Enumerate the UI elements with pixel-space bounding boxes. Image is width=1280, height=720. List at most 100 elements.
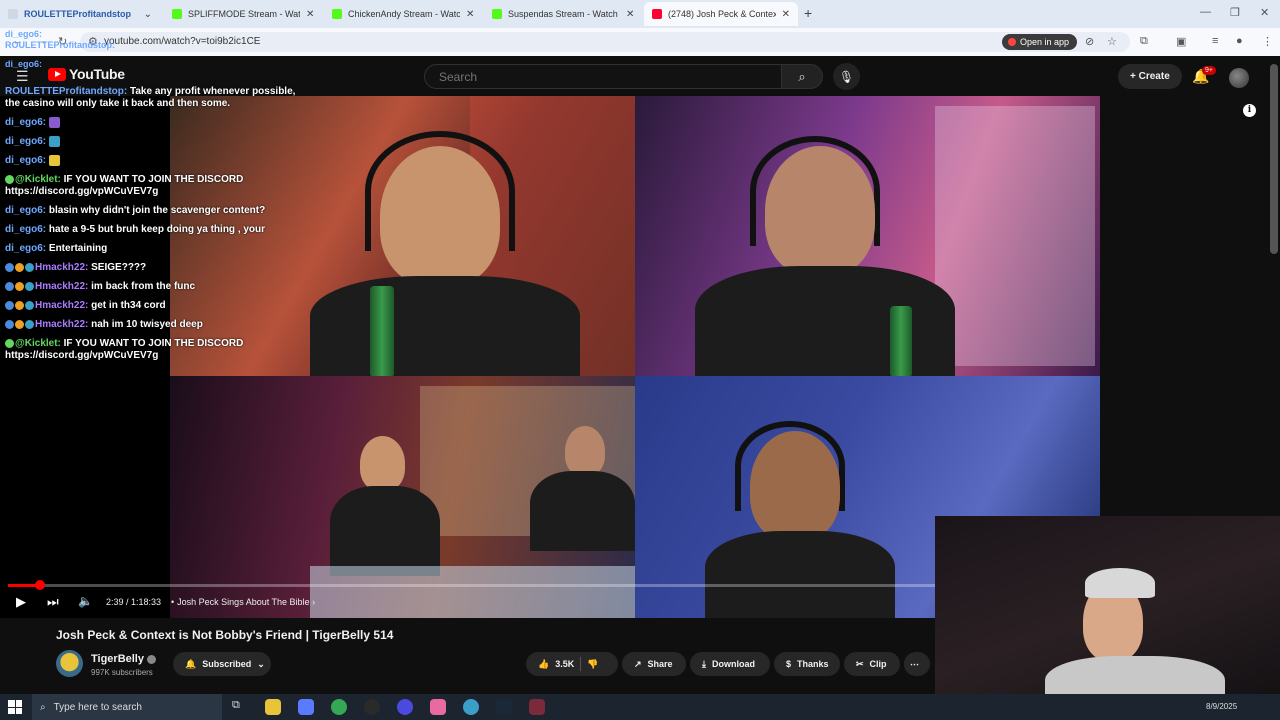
chevron-down-icon[interactable]: ⌄ xyxy=(144,9,152,20)
chat-username: Hmackh22: xyxy=(35,281,89,293)
account-avatar[interactable] xyxy=(1229,68,1249,88)
chat-username: di_ego6: xyxy=(5,29,43,39)
chat-username: @Kicklet: xyxy=(15,174,61,186)
play-icon[interactable]: ▶ xyxy=(16,594,26,610)
chat-message: di_ego6: xyxy=(5,155,305,167)
share-button[interactable]: ↗ Share xyxy=(622,652,686,676)
task-view-icon[interactable]: ⧉ xyxy=(232,699,248,715)
chevron-down-icon: ⌄ xyxy=(257,658,265,669)
file-explorer-icon[interactable] xyxy=(265,699,281,715)
bot-badge-icon xyxy=(5,175,14,185)
extensions-icon[interactable]: ⧉ xyxy=(1140,35,1148,48)
address-bar[interactable]: ⚙ youtube.com/watch?v=toi9b2ic1CE Open i… xyxy=(80,32,1130,52)
new-tab-icon[interactable]: + xyxy=(804,5,812,21)
bot-badge-icon xyxy=(5,339,14,349)
close-window-icon[interactable]: ✕ xyxy=(1260,6,1269,19)
chat-line: di_ego6: xyxy=(5,59,115,70)
chat-message: @Kicklet: IF YOU WANT TO JOIN THE DISCOR… xyxy=(5,174,305,198)
browser-tab-4[interactable]: Suspendas Stream - Watch Live ✕ xyxy=(484,2,644,26)
search-box[interactable] xyxy=(424,64,782,89)
channel-name[interactable]: TigerBelly xyxy=(91,653,156,665)
maximize-icon[interactable]: ❐ xyxy=(1230,6,1240,19)
tab-title: Suspendas Stream - Watch Live xyxy=(508,9,620,19)
chat-username: di_ego6: xyxy=(5,117,47,129)
search-icon: ⌕ xyxy=(798,68,806,84)
chat-text: get in th34 cord xyxy=(91,300,166,312)
browser-tab-1[interactable]: ROULETTEProfitandstop ⌄ xyxy=(0,2,160,26)
eye-off-icon[interactable]: ⊘ xyxy=(1085,35,1094,48)
split-screen-icon[interactable]: ▣ xyxy=(1176,35,1186,48)
chat-username: di_ego6: xyxy=(5,205,47,217)
share-label: Share xyxy=(647,659,673,669)
voice-search-button[interactable]: 🎙 xyxy=(833,63,860,90)
collections-icon[interactable]: ≡ xyxy=(1212,35,1218,47)
hamburger-menu-icon[interactable]: ☰ xyxy=(16,68,29,85)
page-scrollbar[interactable] xyxy=(1270,64,1278,254)
browser-tab-3[interactable]: ChickenAndy Stream - Watch Li ✕ xyxy=(324,2,484,26)
sword-badge-icon xyxy=(5,301,14,311)
subscribed-button[interactable]: 🔔 Subscribed ⌄ xyxy=(173,652,271,676)
gem-badge-icon xyxy=(25,301,34,311)
search-input[interactable] xyxy=(439,70,739,84)
channel-avatar[interactable] xyxy=(56,650,83,677)
close-tab-icon[interactable]: ✕ xyxy=(626,9,634,20)
emote-icon xyxy=(48,136,60,148)
profile-icon[interactable]: ● xyxy=(1236,35,1243,47)
close-tab-icon[interactable]: ✕ xyxy=(466,9,474,20)
plus-icon: + xyxy=(1130,71,1139,82)
close-tab-icon[interactable]: ✕ xyxy=(782,9,790,20)
close-tab-icon[interactable]: ✕ xyxy=(306,9,314,20)
seated-guest-face xyxy=(565,426,605,476)
obs-icon[interactable] xyxy=(364,699,380,715)
open-in-app-button[interactable]: Open in app xyxy=(1002,34,1078,50)
browser-tab-2[interactable]: SPLIFFMODE Stream - Watch Li ✕ xyxy=(164,2,324,26)
channel-name-text: TigerBelly xyxy=(91,653,144,665)
more-actions-button[interactable]: ⋯ xyxy=(904,652,930,676)
video-title: Josh Peck & Context is Not Bobby's Frien… xyxy=(56,628,394,642)
search-button[interactable]: ⌕ xyxy=(781,64,823,89)
windows-taskbar: ⌕ Type here to search ⧉ 8/9/2025 xyxy=(0,694,1280,720)
edge-icon[interactable] xyxy=(463,699,479,715)
progress-bar[interactable] xyxy=(8,580,935,590)
more-menu-icon[interactable]: ⋮ xyxy=(1262,35,1273,48)
clip-button[interactable]: ✂ Clip xyxy=(844,652,900,676)
taskbar-search[interactable]: ⌕ Type here to search xyxy=(32,694,222,720)
tab-title: ROULETTEProfitandstop xyxy=(24,9,131,19)
thanks-button[interactable]: $ Thanks xyxy=(774,652,840,676)
browser-tab-active[interactable]: (2748) Josh Peck & Context is N ✕ xyxy=(644,2,798,26)
chat-username: ROULETTEProfitandstop: xyxy=(5,40,115,50)
app-icon[interactable] xyxy=(397,699,413,715)
volume-icon[interactable]: 🔈 xyxy=(78,594,93,608)
steam-icon[interactable] xyxy=(496,699,512,715)
host-face xyxy=(380,146,500,286)
discord-icon[interactable] xyxy=(298,699,314,715)
thumbs-down-icon[interactable]: 👎 xyxy=(587,659,598,670)
like-dislike-group[interactable]: 👍 3.5K 👎 xyxy=(526,652,618,676)
info-icon[interactable]: i xyxy=(1243,104,1256,117)
bookmark-star-icon[interactable]: ☆ xyxy=(1107,35,1117,48)
app-icon[interactable] xyxy=(529,699,545,715)
chapter-label: Josh Peck Sings About The Bible xyxy=(177,597,310,607)
thumbs-up-icon[interactable]: 👍 xyxy=(538,659,549,670)
copilot-icon[interactable] xyxy=(430,699,446,715)
chat-username: di_ego6: xyxy=(5,224,47,236)
next-video-icon[interactable]: ⏭ xyxy=(47,594,59,610)
chapter-title[interactable]: • Josh Peck Sings About The Bible › xyxy=(171,597,315,607)
progress-scrubber[interactable] xyxy=(34,580,45,590)
toy-shelf xyxy=(935,106,1095,366)
chat-overlay-header: di_ego6: ROULETTEProfitandstop: di_ego6: xyxy=(5,29,115,70)
gem-badge-icon xyxy=(25,282,34,292)
streamer-webcam xyxy=(935,516,1280,708)
download-button[interactable]: ⤓ Download xyxy=(690,652,770,676)
gem-badge-icon xyxy=(25,320,34,330)
tab-title: ChickenAndy Stream - Watch Li xyxy=(348,9,460,19)
create-button[interactable]: + Create xyxy=(1118,64,1182,89)
chrome-icon[interactable] xyxy=(331,699,347,715)
download-icon: ⤓ xyxy=(702,658,706,669)
url-text[interactable]: youtube.com/watch?v=toi9b2ic1CE xyxy=(104,36,260,47)
windows-start-icon[interactable] xyxy=(8,700,22,714)
minimize-icon[interactable]: — xyxy=(1200,6,1211,18)
like-count: 3.5K xyxy=(555,659,575,669)
tab-title: (2748) Josh Peck & Context is N xyxy=(668,9,776,19)
thanks-icon: $ xyxy=(786,659,792,669)
